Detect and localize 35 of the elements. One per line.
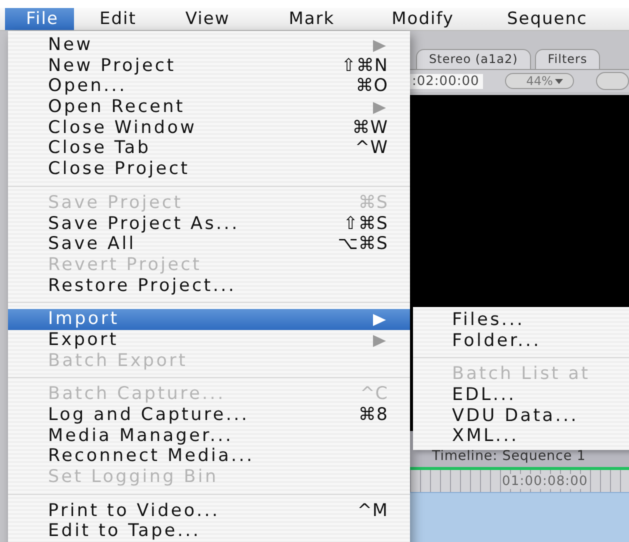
timecode-field[interactable]: :02:00:00: [410, 74, 484, 88]
menu-item[interactable]: Close Project: [8, 159, 410, 180]
menu-item[interactable]: Print to Video... ^M: [8, 500, 410, 522]
menu-title[interactable]: Modify: [370, 8, 470, 30]
menu-item[interactable]: Open... ⌘O: [8, 76, 410, 98]
menu-item[interactable]: Folder...: [413, 330, 629, 352]
menu-title[interactable]: Edit: [78, 8, 152, 30]
menu-title[interactable]: Sequenc: [486, 8, 604, 30]
menu-item[interactable]: Close Window ⌘W: [8, 118, 410, 138]
menu-item[interactable]: Save Project As... ⇧⌘S: [8, 214, 410, 234]
ruler-time: 01:00:08:00: [502, 474, 588, 488]
menu-item[interactable]: Files...: [413, 310, 629, 331]
menu-item[interactable]: Reconnect Media...: [8, 446, 410, 468]
tab[interactable]: Filters: [534, 49, 600, 69]
tab[interactable]: Stereo (a1a2): [416, 49, 531, 69]
menu-item[interactable]: XML...: [413, 426, 629, 448]
menu-item[interactable]: New Project ⇧⌘N: [8, 56, 410, 76]
menu-item[interactable]: Log and Capture... ⌘8: [8, 405, 410, 426]
menu-title[interactable]: View: [164, 8, 246, 30]
menu-item[interactable]: Edit to Tape...: [8, 521, 410, 542]
menu-item[interactable]: VDU Data...: [413, 406, 629, 426]
menu-item[interactable]: Open Recent: [8, 97, 410, 118]
menu-item[interactable]: EDL...: [413, 385, 629, 406]
menu-item[interactable]: Close Tab ^W: [8, 138, 410, 160]
timeline-title: Timeline: Sequence 1: [432, 448, 586, 464]
menu-item[interactable]: Import: [8, 309, 410, 330]
menu-item[interactable]: New: [8, 35, 410, 56]
menu-item[interactable]: Export: [8, 330, 410, 351]
menu-item[interactable]: Media Manager...: [8, 426, 410, 446]
menu-title[interactable]: Mark: [268, 8, 351, 30]
menu-item[interactable]: Restore Project...: [8, 276, 410, 296]
caret-icon: [554, 78, 563, 84]
pill-button[interactable]: [596, 72, 629, 90]
menu-item[interactable]: Save All ⌥⌘S: [8, 234, 410, 255]
menu-title[interactable]: File: [5, 8, 74, 30]
